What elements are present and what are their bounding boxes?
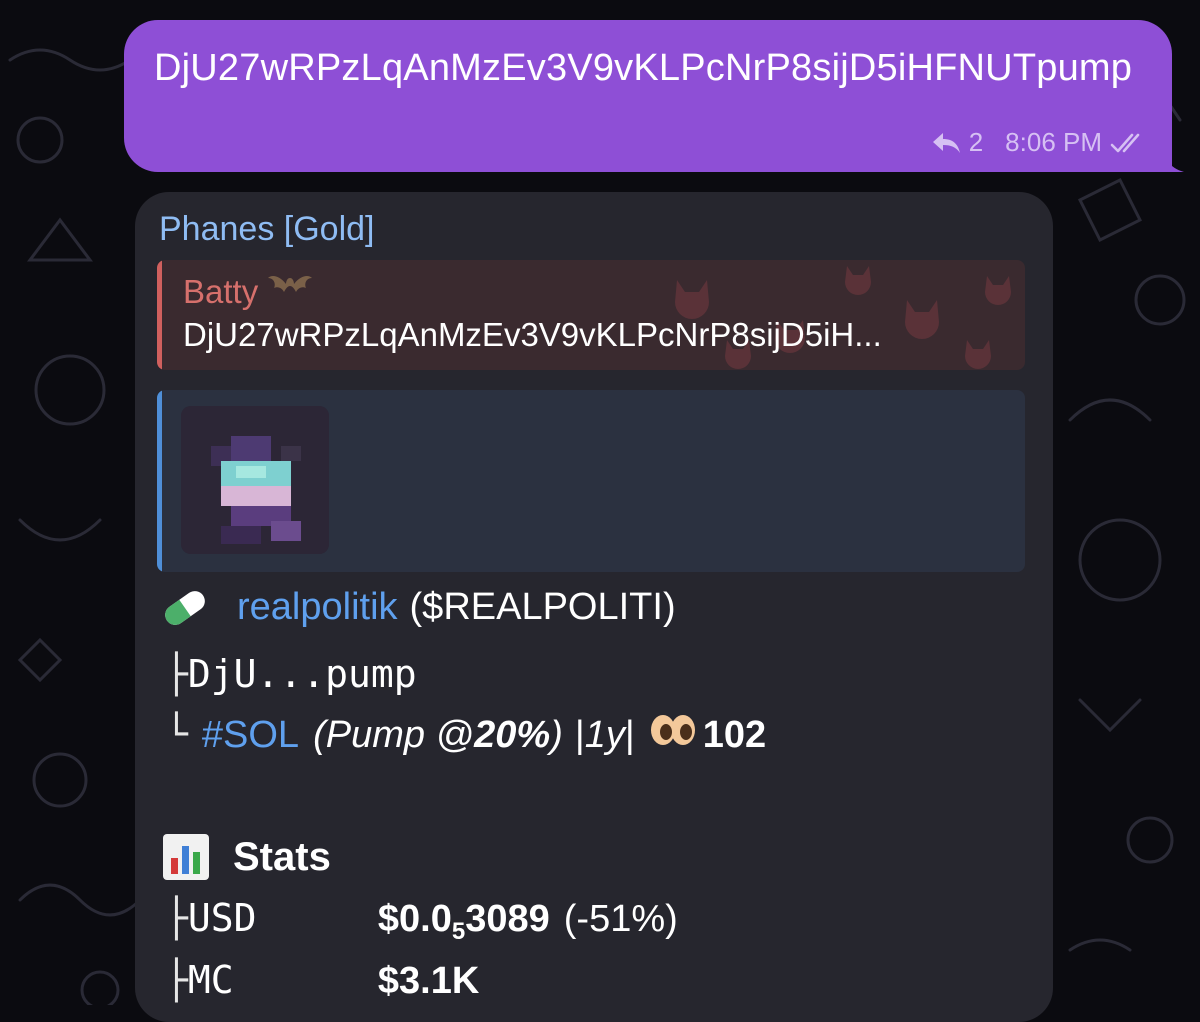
zero-count-subscript: 5 <box>451 918 466 945</box>
eyes-icon <box>650 715 695 745</box>
reply-count[interactable]: 2 <box>969 127 983 158</box>
outgoing-message-text: DjU27wRPzLqAnMzEv3V9vKLPcNrP8sijD5iHFNUT… <box>154 47 1133 89</box>
tree-branch-end: └ <box>165 712 188 756</box>
separator: | <box>574 714 585 756</box>
token-thumbnail[interactable] <box>181 406 329 554</box>
stats-title: Stats <box>233 834 331 879</box>
price-change: (-51%) <box>563 898 678 940</box>
preview-accent-bar <box>157 390 162 572</box>
token-name-link[interactable]: realpolitik <box>237 586 398 629</box>
price-prefix: $0.0 <box>377 898 452 940</box>
token-age: 1y <box>584 714 625 756</box>
quote-text: DjU27wRPzLqAnMzEv3V9vKLPcNrP8sijD5iH... <box>183 316 882 353</box>
stat-value: $3.1K <box>377 960 480 1002</box>
separator: | <box>624 714 635 756</box>
reply-quote[interactable]: Batty DjU27wRPzLqAnMzEv3V9vKLPcNrP8sijD5… <box>157 260 1025 370</box>
token-symbol: ($REALPOLITI) <box>409 586 676 628</box>
token-address-line: ├ DjU...pump <box>165 652 417 696</box>
stats-header: Stats <box>161 832 331 882</box>
bat-icon <box>268 270 313 314</box>
reply-arrow-icon[interactable] <box>931 131 961 155</box>
platform-close: ) <box>550 714 563 756</box>
token-address[interactable]: DjU...pump <box>188 652 417 696</box>
sender-name[interactable]: Phanes [Gold] <box>159 210 374 249</box>
stat-key: USD <box>187 896 257 940</box>
bubble-tail <box>1150 140 1184 172</box>
tree-branch: ├ <box>165 958 188 1002</box>
token-info-line: └ #SOL (Pump @ 20% ) | 1y | 102 <box>165 712 766 757</box>
link-preview[interactable] <box>157 390 1025 572</box>
platform-percent: 20% <box>474 714 551 756</box>
stat-row-usd: ├ USD $0.053089 (-51%) <box>165 896 678 946</box>
view-count: 102 <box>702 714 767 756</box>
incoming-message-bubble[interactable]: Phanes [Gold] Batty DjU27wRPzLqAnMzEv3V9… <box>135 192 1053 1022</box>
price-digits: 3089 <box>465 898 550 940</box>
platform-open: (Pump @ <box>313 714 475 756</box>
outgoing-message-bubble[interactable]: DjU27wRPzLqAnMzEv3V9vKLPcNrP8sijD5iHFNUT… <box>124 20 1172 172</box>
double-check-icon <box>1110 131 1146 155</box>
stat-key: MC <box>187 958 234 1002</box>
message-time: 8:06 PM <box>1005 127 1102 157</box>
quote-author-name: Batty <box>183 273 259 310</box>
token-header: realpolitik ($REALPOLITI) <box>159 586 676 629</box>
tree-branch: ├ <box>165 652 188 696</box>
tree-branch: ├ <box>165 896 188 940</box>
pill-icon <box>165 590 205 625</box>
message-meta: 2 8:06 PM <box>931 127 1146 158</box>
stat-value: $0.053089 <box>378 898 550 946</box>
stat-row-mc: ├ MC $3.1K <box>165 958 479 1003</box>
quote-author: Batty <box>183 270 313 314</box>
chain-hashtag[interactable]: #SOL <box>202 714 299 757</box>
bar-chart-icon <box>163 834 209 880</box>
